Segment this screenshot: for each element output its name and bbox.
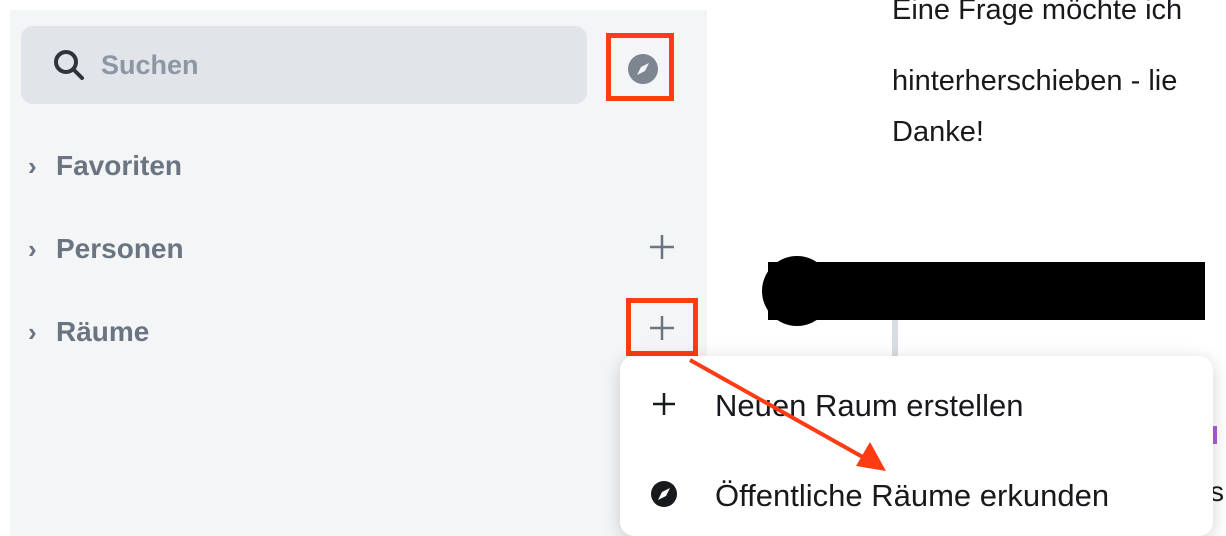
plus-icon xyxy=(653,393,675,415)
compass-icon xyxy=(651,481,677,507)
chevron-right-icon: › xyxy=(28,234,37,264)
section-favorites[interactable]: › Favoriten xyxy=(28,150,182,182)
section-rooms[interactable]: › Räume xyxy=(28,316,149,348)
message-line: Eine Frage möchte ich xyxy=(892,0,1183,26)
explore-rooms-button[interactable] xyxy=(606,33,674,101)
menu-item-explore-rooms[interactable]: Öffentliche Räume erkunden xyxy=(620,454,1213,534)
message-line: Danke! xyxy=(892,116,984,148)
plus-icon xyxy=(650,316,674,340)
room-options-menu: Neuen Raum erstellen Öffentliche Räume e… xyxy=(620,356,1213,536)
menu-item-new-room[interactable]: Neuen Raum erstellen xyxy=(620,364,1213,444)
compass-icon xyxy=(628,54,658,84)
section-label: Personen xyxy=(56,233,184,264)
chevron-right-icon: › xyxy=(28,151,37,181)
section-label: Favoriten xyxy=(56,150,183,181)
message-line: hinterherschieben - lie xyxy=(892,65,1178,97)
menu-item-label: Öffentliche Räume erkunden xyxy=(715,478,1110,513)
plus-icon xyxy=(650,235,674,259)
thread-line xyxy=(892,320,898,360)
add-person-button[interactable] xyxy=(647,232,677,262)
search-icon xyxy=(54,50,84,80)
mention-mark xyxy=(1213,426,1217,444)
redacted-block xyxy=(768,262,1205,320)
section-people[interactable]: › Personen xyxy=(28,233,184,265)
search-input[interactable]: Suchen xyxy=(21,26,587,104)
menu-item-label: Neuen Raum erstellen xyxy=(715,388,1024,423)
search-placeholder: Suchen xyxy=(101,50,199,80)
add-room-button[interactable] xyxy=(647,313,677,343)
chevron-right-icon: › xyxy=(28,317,37,347)
section-label: Räume xyxy=(56,316,150,347)
